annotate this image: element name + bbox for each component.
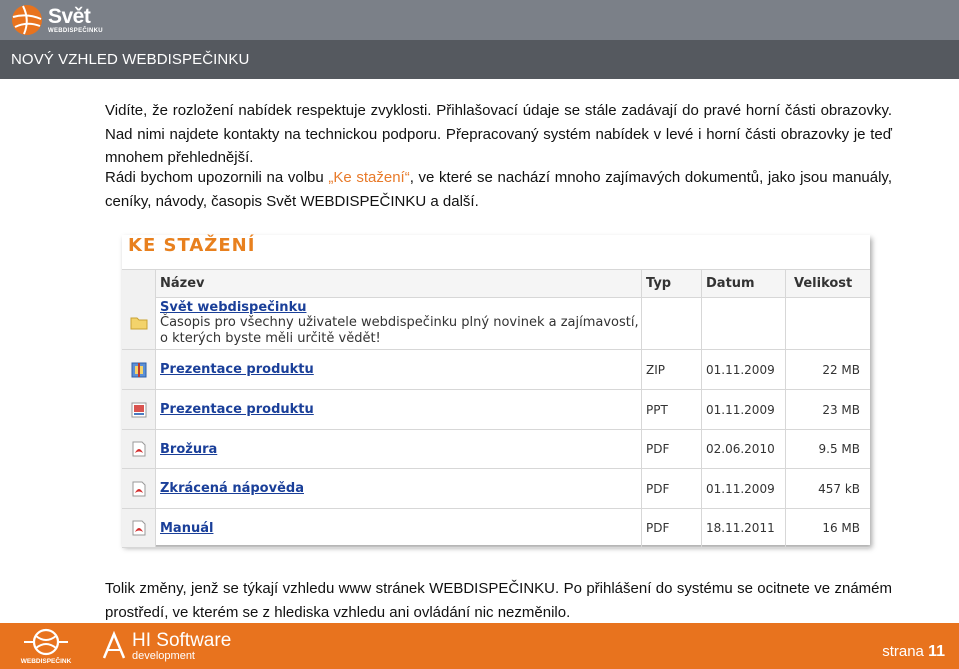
footer-bar: WEBDISPEČINK HI Software development str… — [0, 623, 959, 669]
row-icon-cell — [122, 350, 155, 389]
row-type — [641, 297, 701, 349]
folder-icon — [130, 317, 147, 330]
row-name-cell: Brožura — [155, 430, 641, 468]
paragraph-closing: Tolik změny, jenž se týkají vzhledu www … — [105, 580, 892, 621]
webdispecink-logo-text: WEBDISPEČINK — [20, 658, 72, 665]
table-row: Svět webdispečinku Časopis pro všechny u… — [122, 297, 870, 350]
page-number-value: 11 — [928, 643, 945, 660]
row-size: 22 MB — [785, 350, 870, 389]
table-header-row: Název Typ Datum Velikost — [122, 269, 870, 298]
webdispecink-emblem-icon — [24, 628, 68, 656]
downloads-highlight: „Ke stažení“ — [328, 169, 410, 186]
row-type: PDF — [641, 430, 701, 468]
row-size: 457 kB — [785, 469, 870, 508]
download-link[interactable]: Zkrácená nápověda — [160, 481, 304, 496]
table-row: Prezentace produktu ZIP 01.11.2009 22 MB — [122, 350, 870, 390]
hi-software-name: HI Software — [132, 629, 232, 651]
paragraph-downloads-before: Rádi bychom upozornili na volbu — [105, 169, 329, 186]
column-header-name[interactable]: Název — [155, 270, 641, 297]
pdf-file-icon — [132, 441, 145, 457]
row-date: 18.11.2011 — [701, 509, 785, 547]
row-date: 01.11.2009 — [701, 350, 785, 389]
row-name-cell: Prezentace produktu — [155, 390, 641, 429]
page-label: strana — [882, 643, 924, 660]
row-type: PDF — [641, 469, 701, 508]
row-date: 01.11.2009 — [701, 469, 785, 508]
row-icon-cell — [122, 509, 155, 547]
row-icon-cell — [122, 430, 155, 468]
row-date: 01.11.2009 — [701, 390, 785, 429]
hi-software-sub: development — [132, 649, 195, 662]
row-name-cell: Manuál — [155, 509, 641, 547]
hi-software-logo: HI Software development — [100, 630, 231, 662]
section-title-bar: NOVÝ VZHLED WEBDISPEČINKU — [0, 40, 959, 79]
downloads-title: KE STAŽENÍ — [128, 235, 256, 256]
column-header-type[interactable]: Typ — [641, 270, 701, 297]
logo-main-text: Svět — [48, 5, 91, 28]
table-row: Manuál PDF 18.11.2011 16 MB — [122, 509, 870, 548]
download-link[interactable]: Brožura — [160, 442, 217, 457]
zip-file-icon — [131, 362, 146, 377]
row-icon-cell — [122, 469, 155, 508]
row-type: PPT — [641, 390, 701, 429]
table-row: Zkrácená nápověda PDF 01.11.2009 457 kB — [122, 469, 870, 509]
pdf-file-icon — [132, 481, 145, 496]
row-icon-cell — [122, 390, 155, 429]
row-type: PDF — [641, 509, 701, 547]
hi-software-emblem-icon — [102, 630, 126, 659]
svet-logo: Svět WEBDISPEČINKU — [10, 2, 103, 38]
paragraph-intro: Vidíte, že rozložení nabídek respektuje … — [105, 102, 892, 166]
row-date — [701, 297, 785, 349]
download-link[interactable]: Svět webdispečinku — [160, 300, 306, 315]
downloads-panel: KE STAŽENÍ Název Typ Datum Velikost Svět… — [122, 235, 870, 548]
row-description: Časopis pro všechny uživatele webdispeči… — [160, 314, 639, 346]
download-link[interactable]: Manuál — [160, 521, 213, 536]
table-row: Brožura PDF 02.06.2010 9.5 MB — [122, 430, 870, 469]
row-name-cell: Prezentace produktu — [155, 350, 641, 389]
download-link[interactable]: Prezentace produktu — [160, 402, 314, 417]
row-size: 16 MB — [785, 509, 870, 547]
logo-sub-text: WEBDISPEČINKU — [48, 28, 103, 34]
download-link[interactable]: Prezentace produktu — [160, 362, 314, 377]
webdispecink-logo: WEBDISPEČINK — [10, 626, 80, 668]
row-size: 9.5 MB — [785, 430, 870, 468]
paragraph-downloads: Rádi bychom upozornili na volbu „Ke staž… — [105, 166, 892, 213]
pdf-file-icon — [132, 520, 145, 536]
row-icon-cell — [122, 297, 155, 349]
row-date: 02.06.2010 — [701, 430, 785, 468]
row-name-cell: Zkrácená nápověda — [155, 469, 641, 508]
column-header-date[interactable]: Datum — [701, 270, 785, 297]
row-size — [785, 297, 870, 349]
basketball-icon — [12, 5, 42, 35]
row-name-cell: Svět webdispečinku Časopis pro všechny u… — [155, 297, 641, 349]
table-row: Prezentace produktu PPT 01.11.2009 23 MB — [122, 390, 870, 430]
header-icon-cell — [122, 270, 155, 297]
section-title: NOVÝ VZHLED WEBDISPEČINKU — [11, 51, 250, 68]
top-bar: Svět WEBDISPEČINKU — [0, 0, 959, 40]
row-type: ZIP — [641, 350, 701, 389]
row-size: 23 MB — [785, 390, 870, 429]
page-number: strana 11 — [882, 643, 945, 661]
ppt-file-icon — [131, 402, 146, 417]
column-header-size[interactable]: Velikost — [785, 270, 870, 297]
